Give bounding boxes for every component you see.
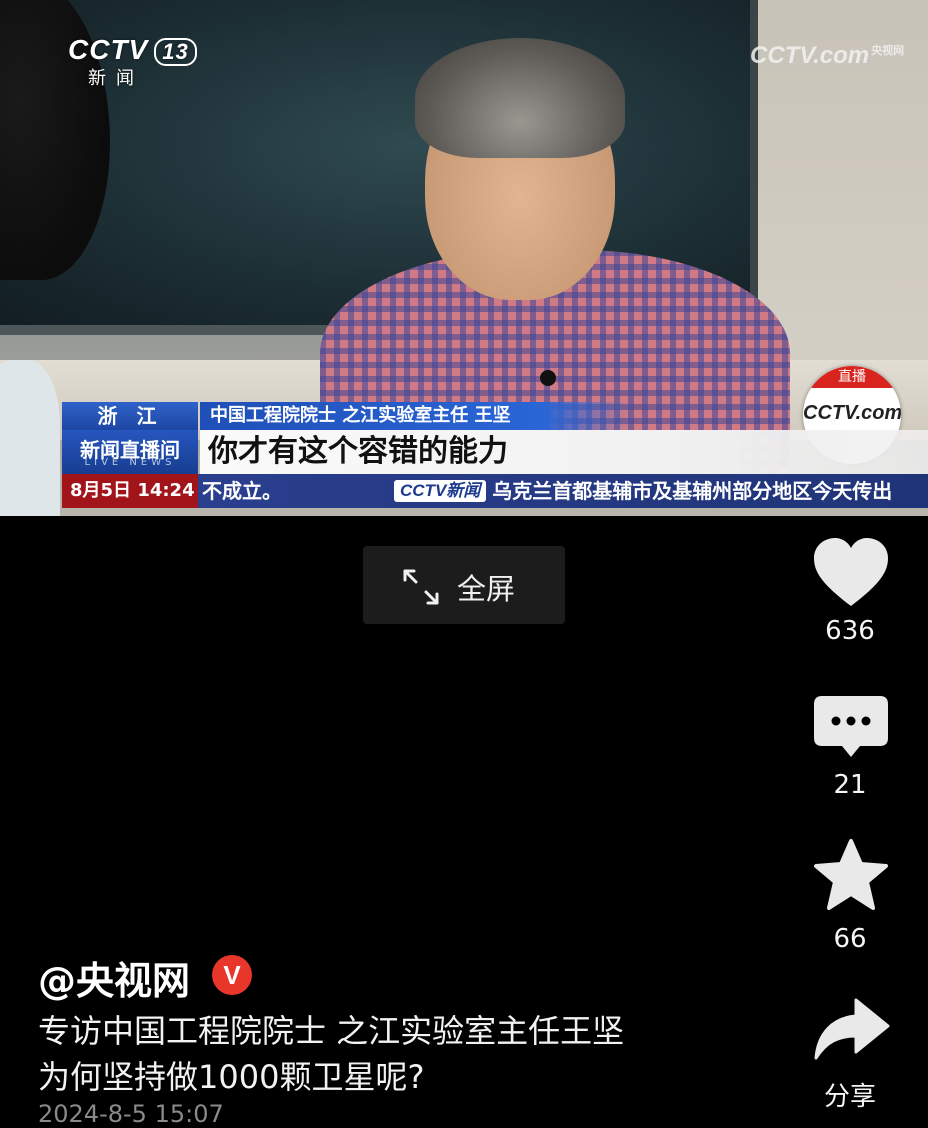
video-player[interactable]: CCTV 13 新闻 CCTV.com 央视网 直播 CCTV.com 浙 江 中国… xyxy=(0,0,928,516)
fullscreen-label[interactable]: 全屏 xyxy=(457,566,515,608)
lapel-mic xyxy=(540,370,556,386)
live-logo: CCTV.com xyxy=(803,402,901,424)
lower-third-quote: 你才有这个容错的能力 xyxy=(200,430,928,474)
interviewee-hair xyxy=(415,38,625,158)
expand-arrows-icon[interactable] xyxy=(402,568,440,606)
post-description[interactable]: 专访中国工程院院士 之江实验室主任王坚 为何坚持做1000颗卫星呢? xyxy=(38,1008,738,1100)
description-line-1: 专访中国工程院院士 之江实验室主任王坚 xyxy=(38,1012,625,1050)
post-date: 2024-8-5 15:07 xyxy=(38,1100,224,1128)
star-icon[interactable] xyxy=(812,838,890,912)
share-label[interactable]: 分享 xyxy=(800,1076,900,1113)
show-name-en: LIVE NEWS xyxy=(84,457,176,468)
lower-third-show: 新闻直播间 LIVE NEWS xyxy=(62,430,198,474)
channel-number: 13 xyxy=(154,38,197,66)
watermark-text: CCTV.com xyxy=(750,42,870,69)
ticker-prev: 不成立。 xyxy=(202,479,282,503)
ticker-text: 乌克兰首都基辅市及基辅州部分地区今天传出 xyxy=(492,479,893,503)
news-ticker: 不成立。 CCTV新闻 乌克兰首都基辅市及基辅州部分地区今天传出 xyxy=(198,474,928,508)
watermark-small: 央视网 xyxy=(871,45,905,57)
watermark-logo: CCTV.com 央视网 xyxy=(750,42,904,70)
author-name[interactable]: @央视网 xyxy=(38,950,190,1005)
favorite-count: 66 xyxy=(833,924,867,954)
channel-sub: 新闻 xyxy=(88,68,144,89)
comment-icon[interactable] xyxy=(812,694,890,760)
live-label: 直播 xyxy=(803,366,901,388)
channel-logo-text: CCTV xyxy=(68,34,149,65)
heart-icon[interactable] xyxy=(812,536,890,608)
ticker-brand: CCTV新闻 xyxy=(394,480,487,502)
lower-third-time: 8月5日 14:24 xyxy=(62,474,198,508)
channel-logo: CCTV 13 xyxy=(62,34,203,66)
like-count: 636 xyxy=(825,616,875,646)
comment-count: 21 xyxy=(833,770,867,800)
interviewer-shoulder xyxy=(0,360,60,516)
lower-third-role: 中国工程院院士 之江实验室主任 王坚 xyxy=(200,402,630,430)
description-line-2: 为何坚持做1000颗卫星呢? xyxy=(38,1058,425,1096)
verified-badge-icon: V xyxy=(212,955,252,995)
lower-third-location: 浙 江 xyxy=(62,402,198,430)
share-icon[interactable] xyxy=(812,996,890,1062)
